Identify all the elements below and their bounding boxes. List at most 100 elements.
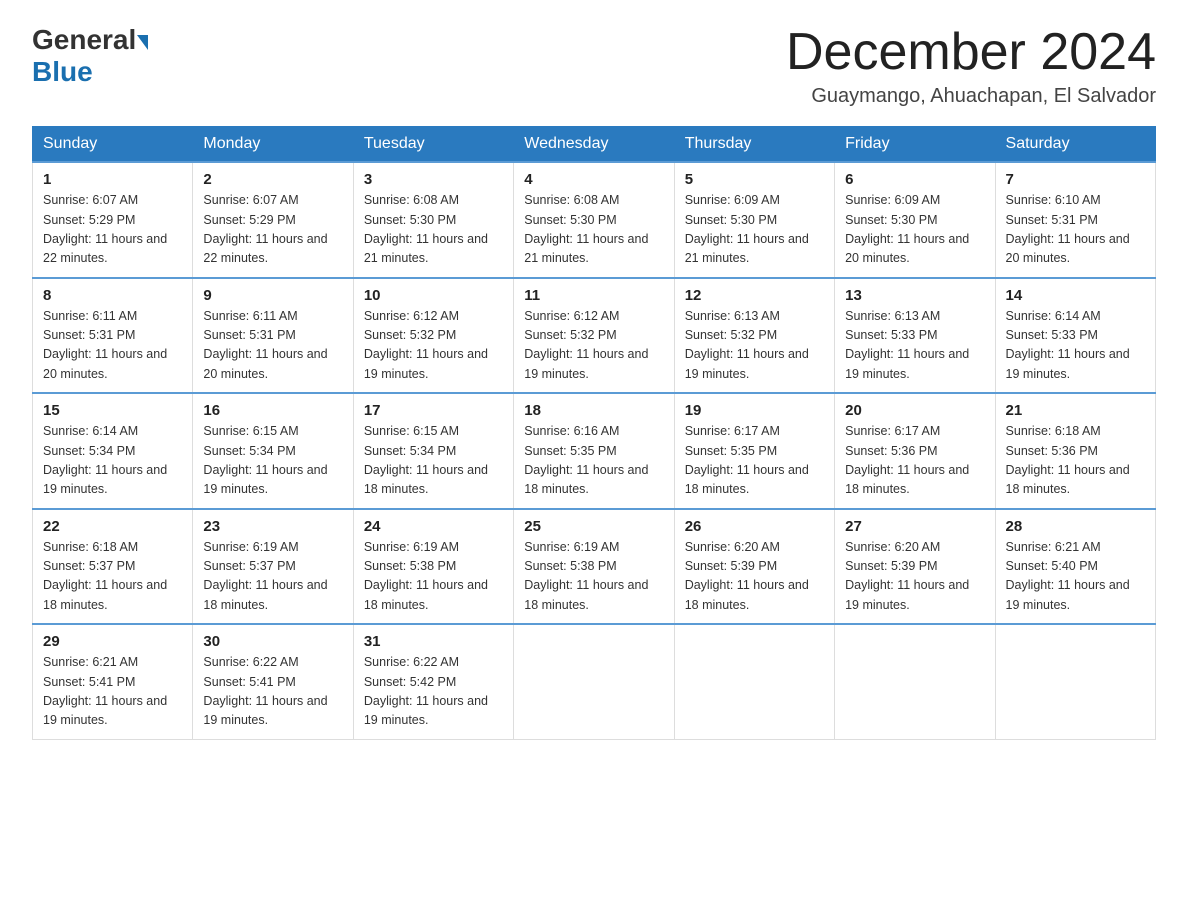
day-number: 20 [845,402,984,419]
calendar-cell [514,624,674,739]
column-header-thursday: Thursday [674,127,834,163]
day-info: Sunrise: 6:17 AMSunset: 5:36 PMDaylight:… [845,422,984,500]
day-info: Sunrise: 6:11 AMSunset: 5:31 PMDaylight:… [203,307,342,385]
day-number: 27 [845,518,984,535]
week-row-4: 22 Sunrise: 6:18 AMSunset: 5:37 PMDayligh… [33,509,1156,625]
calendar-cell [835,624,995,739]
day-info: Sunrise: 6:22 AMSunset: 5:41 PMDaylight:… [203,653,342,731]
day-number: 4 [524,171,663,188]
day-number: 8 [43,287,182,304]
day-info: Sunrise: 6:18 AMSunset: 5:37 PMDaylight:… [43,538,182,616]
calendar-cell: 22 Sunrise: 6:18 AMSunset: 5:37 PMDayligh… [33,509,193,625]
calendar-cell: 7 Sunrise: 6:10 AMSunset: 5:31 PMDaylight… [995,162,1155,278]
calendar-cell: 14 Sunrise: 6:14 AMSunset: 5:33 PMDayligh… [995,278,1155,394]
day-number: 31 [364,633,503,650]
calendar-cell: 6 Sunrise: 6:09 AMSunset: 5:30 PMDaylight… [835,162,995,278]
day-info: Sunrise: 6:09 AMSunset: 5:30 PMDaylight:… [845,191,984,269]
day-number: 28 [1006,518,1145,535]
calendar-cell: 13 Sunrise: 6:13 AMSunset: 5:33 PMDayligh… [835,278,995,394]
day-number: 17 [364,402,503,419]
logo-general-text: General [32,24,136,56]
day-number: 9 [203,287,342,304]
calendar-cell: 8 Sunrise: 6:11 AMSunset: 5:31 PMDaylight… [33,278,193,394]
calendar-cell: 25 Sunrise: 6:19 AMSunset: 5:38 PMDayligh… [514,509,674,625]
calendar-cell [674,624,834,739]
calendar-cell: 2Sunrise: 6:07 AMSunset: 5:29 PMDaylight… [193,162,353,278]
month-title: December 2024 [786,24,1156,81]
day-number: 11 [524,287,663,304]
logo-blue-text: Blue [32,56,93,87]
day-number: 25 [524,518,663,535]
day-info: Sunrise: 6:21 AMSunset: 5:40 PMDaylight:… [1006,538,1145,616]
column-header-saturday: Saturday [995,127,1155,163]
calendar-cell: 19Sunrise: 6:17 AMSunset: 5:35 PMDayligh… [674,393,834,509]
calendar-cell: 16 Sunrise: 6:15 AMSunset: 5:34 PMDayligh… [193,393,353,509]
day-number: 1 [43,171,182,188]
day-number: 15 [43,402,182,419]
day-info: Sunrise: 6:10 AMSunset: 5:31 PMDaylight:… [1006,191,1145,269]
day-number: 13 [845,287,984,304]
week-row-3: 15Sunrise: 6:14 AMSunset: 5:34 PMDayligh… [33,393,1156,509]
day-info: Sunrise: 6:19 AMSunset: 5:37 PMDaylight:… [203,538,342,616]
calendar-cell: 21Sunrise: 6:18 AMSunset: 5:36 PMDayligh… [995,393,1155,509]
calendar-table: SundayMondayTuesdayWednesdayThursdayFrid… [32,126,1156,740]
column-header-monday: Monday [193,127,353,163]
day-number: 16 [203,402,342,419]
day-number: 7 [1006,171,1145,188]
day-number: 18 [524,402,663,419]
logo: General Blue [32,24,149,88]
day-info: Sunrise: 6:11 AMSunset: 5:31 PMDaylight:… [43,307,182,385]
day-info: Sunrise: 6:19 AMSunset: 5:38 PMDaylight:… [524,538,663,616]
calendar-cell: 4 Sunrise: 6:08 AMSunset: 5:30 PMDaylight… [514,162,674,278]
calendar-cell: 17Sunrise: 6:15 AMSunset: 5:34 PMDayligh… [353,393,513,509]
calendar-cell: 18 Sunrise: 6:16 AMSunset: 5:35 PMDayligh… [514,393,674,509]
calendar-cell: 3 Sunrise: 6:08 AMSunset: 5:30 PMDaylight… [353,162,513,278]
day-info: Sunrise: 6:09 AMSunset: 5:30 PMDaylight:… [685,191,824,269]
day-info: Sunrise: 6:08 AMSunset: 5:30 PMDaylight:… [364,191,503,269]
day-number: 14 [1006,287,1145,304]
calendar-cell: 5 Sunrise: 6:09 AMSunset: 5:30 PMDaylight… [674,162,834,278]
day-number: 23 [203,518,342,535]
day-number: 22 [43,518,182,535]
calendar-cell: 31Sunrise: 6:22 AMSunset: 5:42 PMDayligh… [353,624,513,739]
calendar-cell: 29Sunrise: 6:21 AMSunset: 5:41 PMDayligh… [33,624,193,739]
day-number: 26 [685,518,824,535]
day-number: 19 [685,402,824,419]
day-headers-row: SundayMondayTuesdayWednesdayThursdayFrid… [33,127,1156,163]
day-info: Sunrise: 6:14 AMSunset: 5:33 PMDaylight:… [1006,307,1145,385]
day-info: Sunrise: 6:20 AMSunset: 5:39 PMDaylight:… [845,538,984,616]
day-number: 24 [364,518,503,535]
day-info: Sunrise: 6:13 AMSunset: 5:33 PMDaylight:… [845,307,984,385]
column-header-tuesday: Tuesday [353,127,513,163]
day-info: Sunrise: 6:16 AMSunset: 5:35 PMDaylight:… [524,422,663,500]
calendar-cell: 12Sunrise: 6:13 AMSunset: 5:32 PMDayligh… [674,278,834,394]
day-info: Sunrise: 6:15 AMSunset: 5:34 PMDaylight:… [203,422,342,500]
day-info: Sunrise: 6:18 AMSunset: 5:36 PMDaylight:… [1006,422,1145,500]
day-number: 6 [845,171,984,188]
title-area: December 2024 Guaymango, Ahuachapan, El … [786,24,1156,108]
calendar-cell: 30Sunrise: 6:22 AMSunset: 5:41 PMDayligh… [193,624,353,739]
calendar-cell: 1Sunrise: 6:07 AMSunset: 5:29 PMDaylight… [33,162,193,278]
day-info: Sunrise: 6:07 AMSunset: 5:29 PMDaylight:… [203,191,342,269]
calendar-cell: 15Sunrise: 6:14 AMSunset: 5:34 PMDayligh… [33,393,193,509]
day-info: Sunrise: 6:12 AMSunset: 5:32 PMDaylight:… [364,307,503,385]
day-info: Sunrise: 6:08 AMSunset: 5:30 PMDaylight:… [524,191,663,269]
calendar-cell: 10 Sunrise: 6:12 AMSunset: 5:32 PMDayligh… [353,278,513,394]
calendar-cell: 11 Sunrise: 6:12 AMSunset: 5:32 PMDayligh… [514,278,674,394]
day-info: Sunrise: 6:13 AMSunset: 5:32 PMDaylight:… [685,307,824,385]
day-number: 3 [364,171,503,188]
logo-arrow-icon [137,35,148,50]
location-subtitle: Guaymango, Ahuachapan, El Salvador [786,85,1156,108]
calendar-cell: 20 Sunrise: 6:17 AMSunset: 5:36 PMDayligh… [835,393,995,509]
week-row-1: 1 Sunrise: 6:07 AMSunset: 5:29 PMDaylight… [33,162,1156,278]
calendar-cell: 24Sunrise: 6:19 AMSunset: 5:38 PMDayligh… [353,509,513,625]
day-info: Sunrise: 6:21 AMSunset: 5:41 PMDaylight:… [43,653,182,731]
calendar-cell: 26Sunrise: 6:20 AMSunset: 5:39 PMDayligh… [674,509,834,625]
column-header-friday: Friday [835,127,995,163]
day-info: Sunrise: 6:12 AMSunset: 5:32 PMDaylight:… [524,307,663,385]
day-number: 5 [685,171,824,188]
day-number: 10 [364,287,503,304]
column-header-wednesday: Wednesday [514,127,674,163]
column-header-sunday: Sunday [33,127,193,163]
page-header: General Blue December 2024 Guaymango, Ah… [32,24,1156,108]
